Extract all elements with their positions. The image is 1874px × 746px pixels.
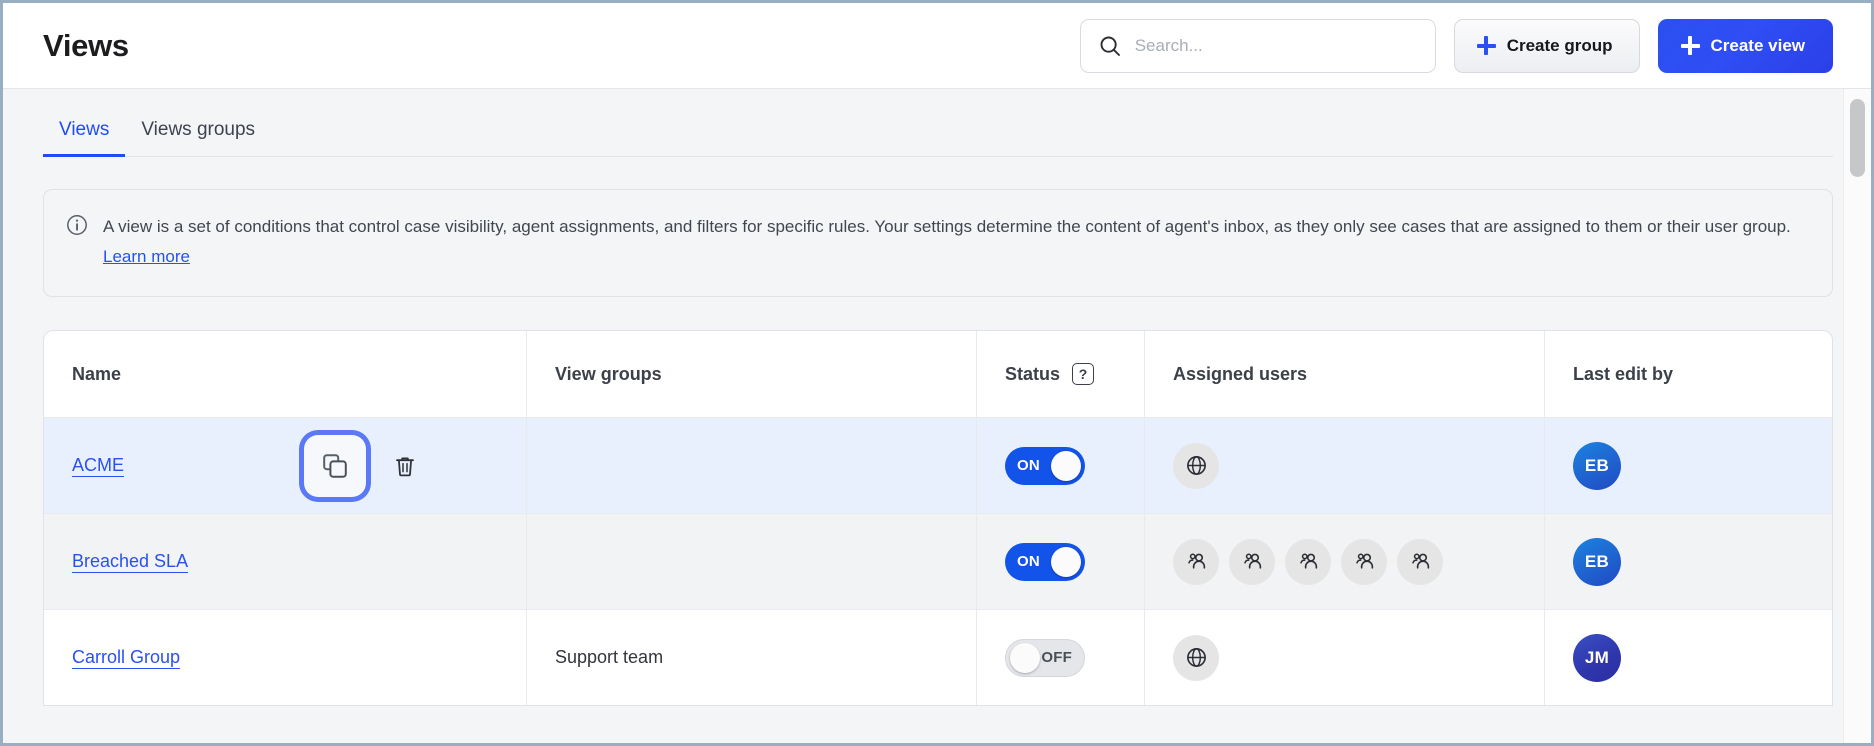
toggle-knob [1010, 643, 1040, 673]
table-row[interactable]: Breached SLA ON [44, 513, 1832, 609]
user-group-icon[interactable] [1341, 539, 1387, 585]
column-header-assigned-users: Assigned users [1145, 331, 1545, 417]
cell-view-groups [527, 418, 977, 513]
view-name-link[interactable]: Carroll Group [72, 647, 180, 668]
info-banner: A view is a set of conditions that contr… [43, 189, 1833, 297]
column-header-view-groups: View groups [527, 331, 977, 417]
cell-last-edit-by: JM [1545, 610, 1832, 705]
tab-views[interactable]: Views [43, 119, 125, 157]
user-group-icon[interactable] [1173, 539, 1219, 585]
cell-last-edit-by: EB [1545, 418, 1832, 513]
cell-assigned-users [1145, 418, 1545, 513]
status-toggle[interactable]: ON [1005, 543, 1085, 581]
globe-icon[interactable] [1173, 443, 1219, 489]
view-name-link[interactable]: ACME [72, 455, 124, 476]
duplicate-icon[interactable] [304, 435, 366, 497]
table-row[interactable]: ACME [44, 417, 1832, 513]
assigned-users-list [1173, 635, 1219, 681]
avatar-initials: JM [1585, 648, 1609, 668]
cell-name: ACME [44, 418, 527, 513]
page-header: Views Create group Create view [3, 3, 1871, 89]
header-actions: Create group Create view [1080, 19, 1833, 73]
views-table: Name View groups Status ? Assigned users… [43, 330, 1833, 706]
tab-views-groups-label: Views groups [141, 119, 255, 140]
user-group-icon[interactable] [1229, 539, 1275, 585]
column-header-assigned-users-label: Assigned users [1173, 364, 1307, 385]
avatar[interactable]: EB [1573, 538, 1621, 586]
assigned-users-list [1173, 539, 1443, 585]
assigned-users-list [1173, 443, 1219, 489]
status-toggle[interactable]: OFF [1005, 639, 1085, 677]
avatar[interactable]: EB [1573, 442, 1621, 490]
scrollbar-thumb[interactable] [1850, 99, 1865, 177]
column-header-status: Status ? [977, 331, 1145, 417]
view-name-link[interactable]: Breached SLA [72, 551, 188, 572]
cell-view-groups [527, 514, 977, 609]
cell-status: ON [977, 514, 1145, 609]
vertical-scrollbar[interactable] [1843, 89, 1871, 743]
table-header: Name View groups Status ? Assigned users… [44, 331, 1832, 417]
status-toggle-label: ON [1017, 457, 1040, 474]
table-row[interactable]: Carroll Group Support team OFF [44, 609, 1832, 705]
status-help-icon[interactable]: ? [1072, 363, 1094, 385]
tab-views-label: Views [59, 119, 109, 140]
search-input[interactable] [1135, 20, 1421, 72]
avatar[interactable]: JM [1573, 634, 1621, 682]
page-title: Views [43, 28, 129, 64]
cell-last-edit-by: EB [1545, 514, 1832, 609]
toggle-knob [1051, 451, 1081, 481]
delete-icon[interactable] [382, 443, 428, 489]
cell-assigned-users [1145, 514, 1545, 609]
table-body: ACME [44, 417, 1832, 705]
column-header-view-groups-label: View groups [555, 364, 662, 385]
column-header-last-edit-by-label: Last edit by [1573, 364, 1673, 385]
app-window: Views Create group Create view [0, 0, 1874, 746]
column-header-last-edit-by: Last edit by [1545, 331, 1832, 417]
status-toggle-label: OFF [1041, 649, 1072, 666]
create-group-label: Create group [1507, 36, 1613, 56]
plus-icon [1681, 36, 1700, 55]
tab-bar: Views Views groups [43, 89, 1833, 157]
tab-views-groups[interactable]: Views groups [125, 119, 271, 157]
status-toggle[interactable]: ON [1005, 447, 1085, 485]
cell-name: Carroll Group [44, 610, 527, 705]
column-header-status-label: Status [1005, 364, 1060, 385]
row-actions [304, 435, 428, 497]
globe-icon[interactable] [1173, 635, 1219, 681]
info-banner-text: A view is a set of conditions that contr… [103, 212, 1808, 272]
cell-assigned-users [1145, 610, 1545, 705]
avatar-initials: EB [1585, 456, 1609, 476]
search-box[interactable] [1080, 19, 1436, 73]
create-group-button[interactable]: Create group [1454, 19, 1640, 73]
avatar-initials: EB [1585, 552, 1609, 572]
create-view-button[interactable]: Create view [1658, 19, 1834, 73]
user-group-icon[interactable] [1397, 539, 1443, 585]
info-icon [66, 214, 88, 272]
info-banner-body: A view is a set of conditions that contr… [103, 217, 1791, 236]
table-header-row: Name View groups Status ? Assigned users… [44, 331, 1832, 417]
cell-status: OFF [977, 610, 1145, 705]
learn-more-link[interactable]: Learn more [103, 247, 190, 266]
view-groups-text: Support team [555, 647, 663, 668]
column-header-name-label: Name [72, 364, 121, 385]
toggle-knob [1051, 547, 1081, 577]
plus-icon [1477, 36, 1496, 55]
cell-view-groups: Support team [527, 610, 977, 705]
user-group-icon[interactable] [1285, 539, 1331, 585]
search-icon [1099, 35, 1121, 57]
create-view-label: Create view [1711, 36, 1806, 56]
page-body: Views Views groups A view is a set of co… [3, 89, 1871, 743]
column-header-name: Name [44, 331, 527, 417]
cell-status: ON [977, 418, 1145, 513]
status-toggle-label: ON [1017, 553, 1040, 570]
cell-name: Breached SLA [44, 514, 527, 609]
